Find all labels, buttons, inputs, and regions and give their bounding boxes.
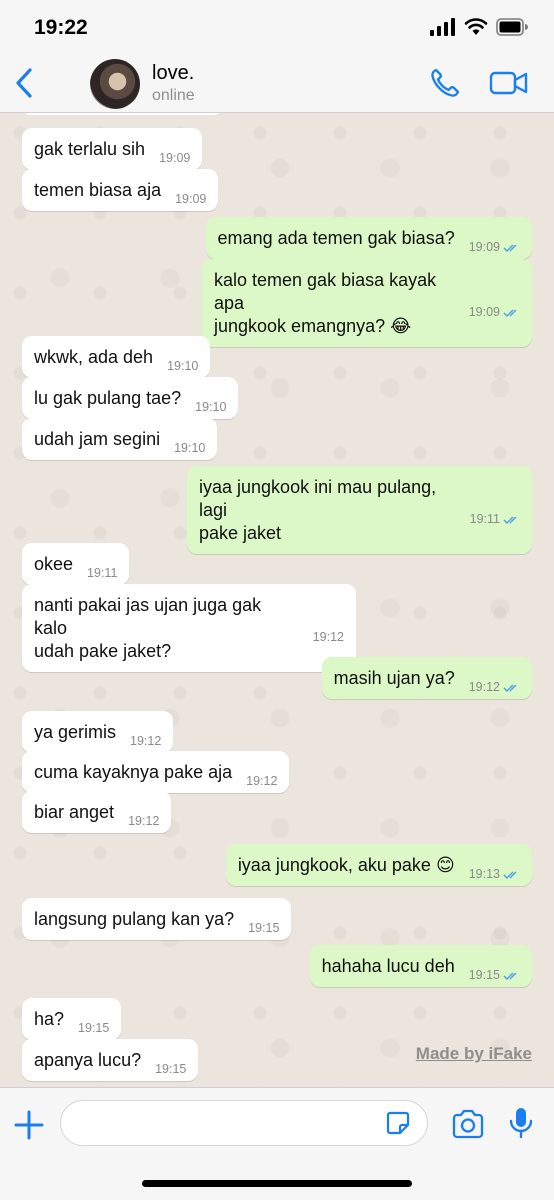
contact-avatar[interactable] xyxy=(90,59,140,109)
message-incoming[interactable]: 19:12 ya gerimis xyxy=(22,711,174,753)
message-outgoing[interactable]: 19:15 hahaha lucu deh xyxy=(309,945,532,987)
camera-icon[interactable] xyxy=(451,1109,485,1139)
read-ticks-icon xyxy=(503,244,517,252)
read-ticks-icon xyxy=(503,516,517,524)
message-incoming[interactable]: 19:15 apanya lucu? xyxy=(22,1039,199,1081)
message-incoming[interactable]: 19:09 gak terlalu sih xyxy=(22,128,203,170)
message-outgoing[interactable]: 19:09 kalo temen gak biasa kayak apa jung… xyxy=(202,259,532,347)
partial-message xyxy=(22,113,222,115)
sticker-icon[interactable] xyxy=(385,1110,411,1136)
message-incoming[interactable]: 19:09 temen biasa aja xyxy=(22,169,219,211)
message-incoming[interactable]: 19:11 okee xyxy=(22,543,130,585)
read-ticks-icon xyxy=(503,684,517,692)
message-outgoing[interactable]: 19:09 emang ada temen gak biasa? xyxy=(205,217,532,259)
plus-icon[interactable] xyxy=(12,1108,46,1142)
message-outgoing[interactable]: 19:12 masih ujan ya? xyxy=(321,657,532,699)
chat-area[interactable]: 19:09 gak terlalu sih 19:09 temen biasa aj… xyxy=(0,113,554,1087)
chevron-left-icon[interactable] xyxy=(10,66,40,100)
battery-icon xyxy=(496,18,528,36)
wifi-icon xyxy=(464,18,488,35)
message-outgoing[interactable]: 19:11 iyaa jungkook ini mau pulang, lagi … xyxy=(187,466,532,554)
read-ticks-icon xyxy=(503,309,517,317)
status-icons xyxy=(430,18,528,36)
read-ticks-icon xyxy=(503,972,517,980)
message-incoming[interactable]: 19:10 wkwk, ada deh xyxy=(22,336,211,378)
status-bar: 19:22 xyxy=(0,0,554,56)
message-incoming[interactable]: 19:10 udah jam segini xyxy=(22,418,218,460)
contact-name[interactable]: love. xyxy=(152,62,194,85)
message-incoming[interactable]: 19:12 nanti pakai jas ujan juga gak kalo … xyxy=(22,584,356,672)
message-input[interactable] xyxy=(60,1100,428,1146)
message-incoming[interactable]: 19:15 langsung pulang kan ya? xyxy=(22,898,292,940)
status-time: 19:22 xyxy=(34,16,88,39)
message-incoming[interactable]: 19:12 biar anget xyxy=(22,791,172,833)
message-outgoing[interactable]: 19:13 iyaa jungkook, aku pake 😊 xyxy=(225,844,532,886)
signal-icon xyxy=(430,18,455,36)
home-indicator xyxy=(142,1180,412,1187)
phone-icon[interactable] xyxy=(428,66,462,100)
microphone-icon[interactable] xyxy=(508,1106,534,1140)
message-incoming[interactable]: 19:15 ha? xyxy=(22,998,122,1040)
message-incoming[interactable]: 19:12 cuma kayaknya pake aja xyxy=(22,751,290,793)
chat-header: love. online xyxy=(0,56,554,113)
message-incoming[interactable]: 19:10 lu gak pulang tae? xyxy=(22,377,239,419)
read-ticks-icon xyxy=(503,871,517,879)
video-camera-icon[interactable] xyxy=(489,68,529,98)
contact-status: online xyxy=(152,87,195,104)
watermark: Made by iFake xyxy=(415,1044,532,1063)
